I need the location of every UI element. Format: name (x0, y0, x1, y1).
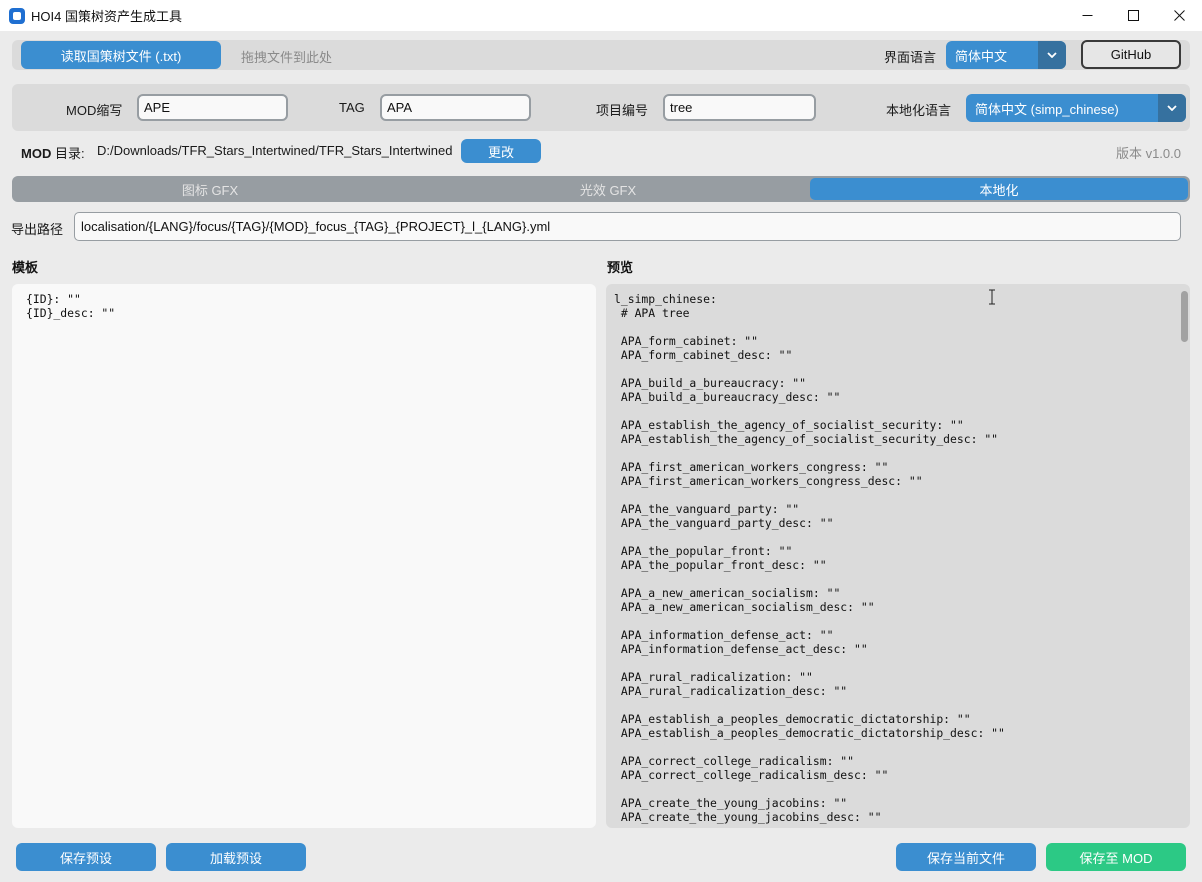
loc-language-value: 简体中文 (simp_chinese) (975, 101, 1119, 117)
close-icon[interactable] (1156, 0, 1202, 31)
chevron-down-icon[interactable] (1158, 94, 1186, 122)
loc-language-select[interactable]: 简体中文 (simp_chinese) (966, 94, 1186, 122)
load-preset-button[interactable]: 加载预设 (166, 843, 306, 871)
window-controls (1064, 0, 1202, 31)
project-label: 项目编号 (596, 103, 649, 118)
loc-language-label: 本地化语言 (886, 103, 952, 118)
tab-icon-gfx[interactable]: 图标 GFX (14, 178, 406, 200)
export-path-input[interactable]: localisation/{LANG}/focus/{TAG}/{MOD}_fo… (74, 212, 1181, 241)
ui-language-select[interactable]: 简体中文 (946, 41, 1066, 69)
export-path-label: 导出路径 (11, 222, 64, 237)
preview-text[interactable]: l_simp_chinese: # APA tree APA_form_cabi… (606, 284, 1190, 828)
ui-language-value: 简体中文 (955, 48, 1008, 64)
version-label: 版本 v1.0.0 (1115, 146, 1181, 161)
window-title: HOI4 国策树资产生成工具 (31, 9, 182, 24)
tab-glow-gfx[interactable]: 光效 GFX (412, 178, 804, 200)
template-editor[interactable]: {ID}: "" {ID}_desc: "" (12, 284, 596, 828)
drop-hint: 拖拽文件到此处 (241, 50, 333, 65)
change-dir-button[interactable]: 更改 (461, 139, 541, 163)
mod-abbr-label: MOD缩写 (66, 103, 123, 118)
open-file-button[interactable]: 读取国策树文件 (.txt) (21, 41, 221, 69)
text-cursor-icon (989, 289, 995, 305)
github-button[interactable]: GitHub (1081, 40, 1181, 69)
project-input[interactable]: tree (663, 94, 816, 121)
preview-scrollbar[interactable] (1181, 291, 1188, 342)
chevron-down-icon[interactable] (1038, 41, 1066, 69)
minimize-icon[interactable] (1064, 0, 1110, 31)
mod-abbr-input[interactable]: APE (137, 94, 288, 121)
tag-input[interactable]: APA (380, 94, 531, 121)
mod-dir-path: D:/Downloads/TFR_Stars_Intertwined/TFR_S… (97, 143, 453, 158)
mod-dir-label: MOD 目录: (21, 143, 85, 162)
save-preset-button[interactable]: 保存预设 (16, 843, 156, 871)
tag-label: TAG (339, 100, 365, 115)
save-current-file-button[interactable]: 保存当前文件 (896, 843, 1036, 871)
maximize-icon[interactable] (1110, 0, 1156, 31)
ui-language-label: 界面语言 (884, 50, 937, 65)
mod-dir-label-bold: MOD (21, 146, 52, 161)
app-icon (9, 7, 25, 24)
tab-localisation[interactable]: 本地化 (810, 178, 1188, 200)
mod-dir-label-rest: 目录: (51, 146, 85, 161)
preview-heading: 预览 (607, 260, 634, 275)
save-to-mod-button[interactable]: 保存至 MOD (1046, 843, 1186, 871)
tab-bar: 图标 GFX 光效 GFX 本地化 (12, 176, 1190, 202)
template-heading: 模板 (12, 260, 39, 275)
title-bar: HOI4 国策树资产生成工具 (0, 0, 1202, 31)
